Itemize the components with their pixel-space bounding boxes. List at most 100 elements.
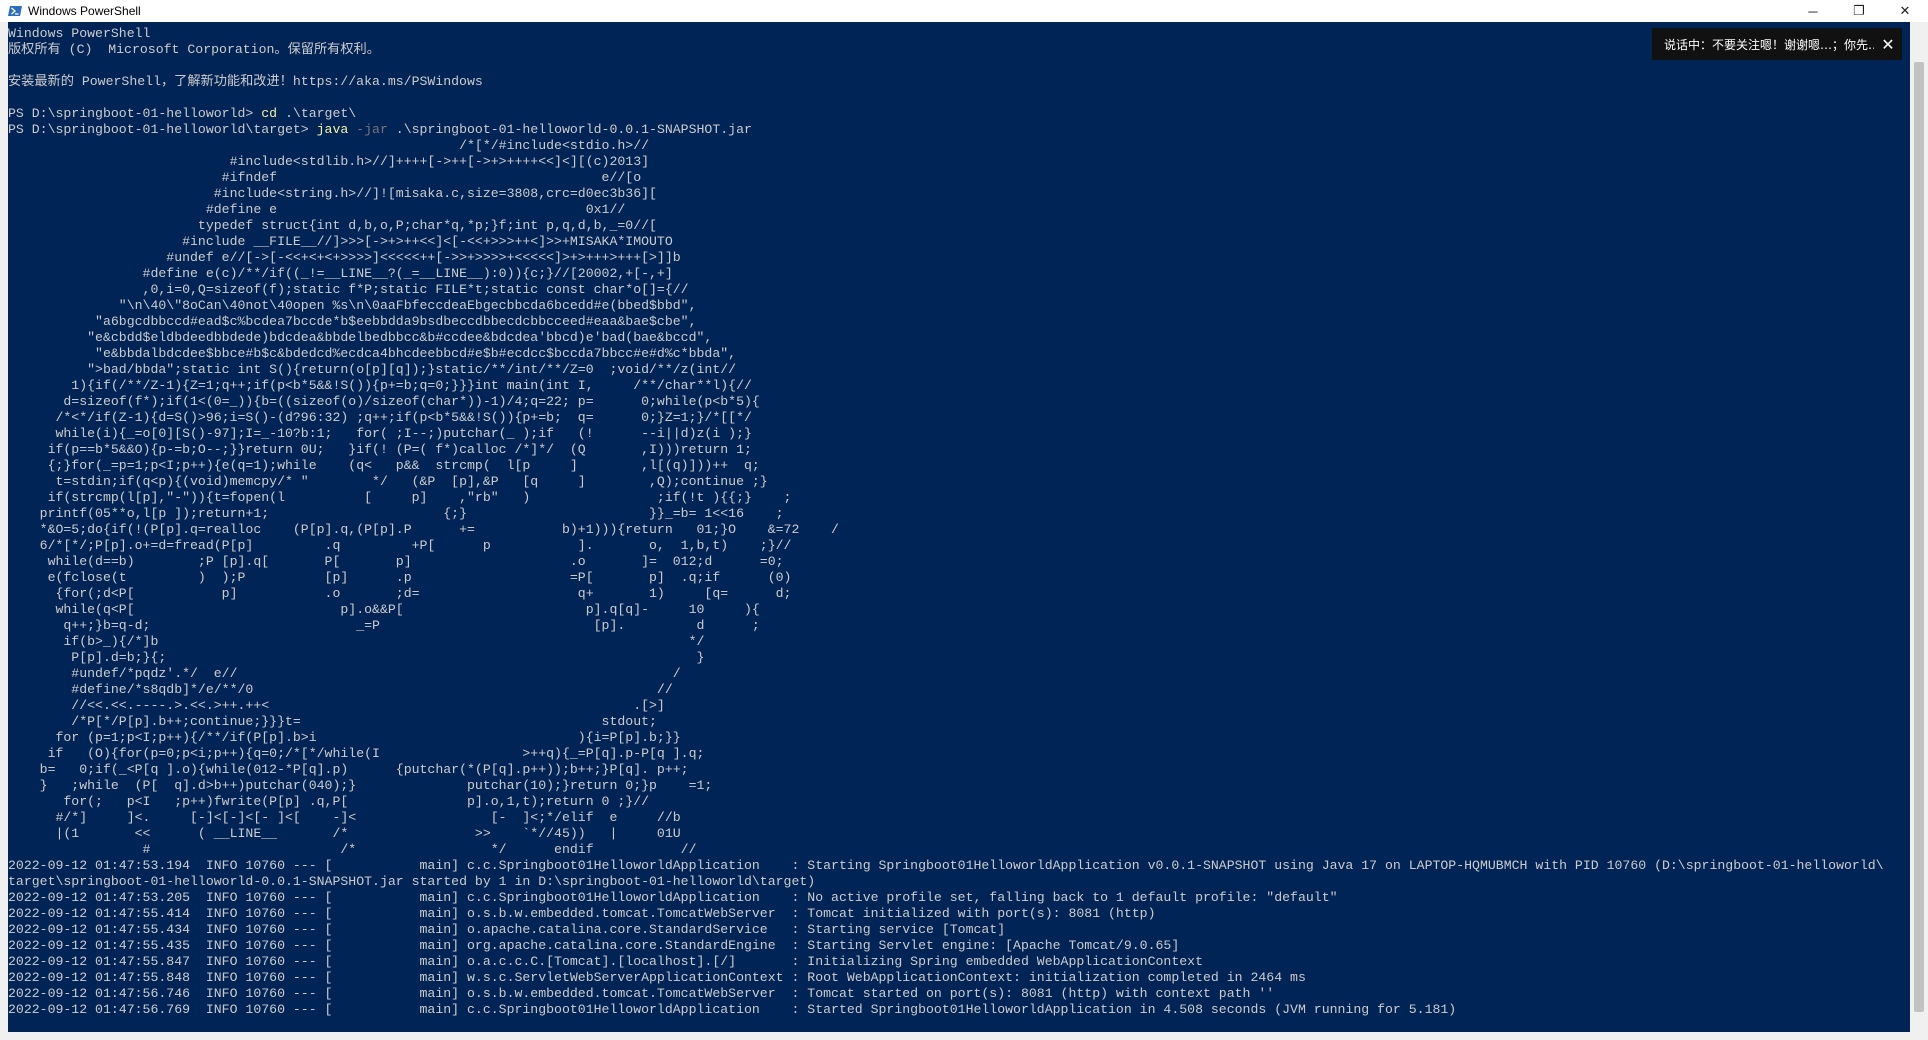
console-line: PS D:\springboot-01-helloworld\target> j… xyxy=(8,122,1910,138)
console-text-segment: ,0,i=0,Q=sizeof(f);static f*P;static FIL… xyxy=(8,282,689,297)
console-text-segment: 版权所有 (C) Microsoft Corporation。保留所有权利。 xyxy=(8,42,380,57)
console-text-segment: while(i){_=o[0][S()-97];I=_-10?b:1; for(… xyxy=(8,426,752,441)
console-text-segment: for (p=1;p<I;p++){/**/if(P[p].b>i ){i=P[… xyxy=(8,730,681,745)
console-line: 2022-09-12 01:47:55.414 INFO 10760 --- [… xyxy=(8,906,1910,922)
window-left-border xyxy=(0,22,8,1032)
console-text-segment: #undef e//[->[-<<+<+<+>>>>]<<<<<++[->>+>… xyxy=(8,250,681,265)
console-text-segment: printf(05**o,l[p ]);return+1; {;} }}_=b=… xyxy=(8,506,784,521)
console-line: PS D:\springboot-01-helloworld> cd .\tar… xyxy=(8,106,1910,122)
console-line: 版权所有 (C) Microsoft Corporation。保留所有权利。 xyxy=(8,42,1910,58)
console-line: ,0,i=0,Q=sizeof(f);static f*P;static FIL… xyxy=(8,282,1910,298)
console-area[interactable]: Windows PowerShell 版权所有 (C) Microsoft Cor… xyxy=(8,22,1910,1032)
console-text-segment: target\springboot-01-helloworld-0.0.1-SN… xyxy=(8,874,816,889)
console-text-segment: java xyxy=(316,122,349,137)
console-line: Windows PowerShell xyxy=(8,26,1910,42)
console-text-segment: #define e(c)/**/if((_!=__LINE__?(_=__LIN… xyxy=(8,266,673,281)
console-line: 2022-09-12 01:47:55.435 INFO 10760 --- [… xyxy=(8,938,1910,954)
maximize-button[interactable]: ❐ xyxy=(1836,0,1882,22)
console-text-segment: *&O=5;do{if(!(P[p].q=realloc (P[p].q,(P[… xyxy=(8,522,839,537)
console-line: 2022-09-12 01:47:55.847 INFO 10760 --- [… xyxy=(8,954,1910,970)
console-text-segment: PS D:\springboot-01-helloworld\target> xyxy=(8,122,317,137)
console-text-segment: |(1 << ( __LINE__ /* >> `*//45)) | 01U xyxy=(8,826,681,841)
console-line: for (p=1;p<I;p++){/**/if(P[p].b>i ){i=P[… xyxy=(8,730,1910,746)
console-text-segment: #/*] ]<. [-]<[-]<[- ]<[ -]< [- ]<;*/elif… xyxy=(8,810,681,825)
console-text-segment: 2022-09-12 01:47:55.847 INFO 10760 --- [… xyxy=(8,954,1203,969)
console-line: 2022-09-12 01:47:53.194 INFO 10760 --- [… xyxy=(8,858,1910,874)
notification-close-icon[interactable]: ✕ xyxy=(1874,35,1902,54)
console-text-segment: P[p].d=b;}{; } xyxy=(8,650,705,665)
console-text-segment: 2022-09-12 01:47:53.194 INFO 10760 --- [… xyxy=(8,858,1884,873)
console-line: for(; p<I ;p++)fwrite(P[p] .q,P[ p].o,1,… xyxy=(8,794,1910,810)
console-line: 1){if(/**/Z-1){Z=1;q++;if(p<b*5&&!S()){p… xyxy=(8,378,1910,394)
console-line: 安装最新的 PowerShell，了解新功能和改进！https://aka.ms… xyxy=(8,74,1910,90)
console-line: /*P[*/P[p].b++;continue;}}}t= stdout; xyxy=(8,714,1910,730)
console-text-segment: #define/*s8qdb]*/e/**/0 // xyxy=(8,682,673,697)
console-line: /*<*/if(Z-1){d=S()>96;i=S()-(d?96:32) ;q… xyxy=(8,410,1910,426)
console-text-segment: "e&bbdalbdcdee$bbce#b$c&bdedcd%ecdca4bhc… xyxy=(8,346,737,361)
console-line: //<<.<<.----.>.<<.>++.++< .[>] xyxy=(8,698,1910,714)
console-text-segment: t=stdin;if(q<p){(void)memcpy/* " */ (&P … xyxy=(8,474,768,489)
console-text-segment: } ;while (P[ q].d>b++)putchar(040);} put… xyxy=(8,778,713,793)
console-line: "\n\40\"8oCan\40not\40open %s\n\0aaFbfec… xyxy=(8,298,1910,314)
console-line: t=stdin;if(q<p){(void)memcpy/* " */ (&P … xyxy=(8,474,1910,490)
console-line: #undef/*pqdz'.*/ e// / xyxy=(8,666,1910,682)
vertical-scrollbar[interactable] xyxy=(1910,22,1928,1032)
console-text-segment: {for(;d<P[ p] .o ;d= q+ 1) [q= d; xyxy=(8,586,792,601)
restore-icon: ❐ xyxy=(1853,3,1865,18)
console-line: ">bad/bbda";static int S(){return(o[p][q… xyxy=(8,362,1910,378)
close-button[interactable]: ✕ xyxy=(1882,0,1928,22)
title-bar[interactable]: Windows PowerShell ─ ❐ ✕ xyxy=(0,0,1928,22)
console-text-segment: /*<*/if(Z-1){d=S()>96;i=S()-(d?96:32) ;q… xyxy=(8,410,752,425)
console-line: "a6bgcdbbccd#ead$c%bcdea7bccde*b$eebbdda… xyxy=(8,314,1910,330)
console-line: #define/*s8qdb]*/e/**/0 // xyxy=(8,682,1910,698)
console-text-segment: e(fclose(t ) );P [p] .p =P[ p] .q;if (0) xyxy=(8,570,792,585)
console-text-segment: #undef/*pqdz'.*/ e// / xyxy=(8,666,681,681)
console-line: if(p==b*5&&O){p-=b;O--;}}return 0U; }if(… xyxy=(8,442,1910,458)
notification-toast[interactable]: 说话中：不要关注嗯！谢谢嗯…；你先… ✕ xyxy=(1652,28,1902,60)
console-text-segment: typedef struct{int d,b,o,P;char*q,*p;}f;… xyxy=(8,218,657,233)
console-text-segment: if(strcmp(l[p],"-")){t=fopen(l [ p] ,"rb… xyxy=(8,490,792,505)
console-output: Windows PowerShell 版权所有 (C) Microsoft Cor… xyxy=(8,26,1910,1018)
console-line: typedef struct{int d,b,o,P;char*q,*p;}f;… xyxy=(8,218,1910,234)
console-line: printf(05**o,l[p ]);return+1; {;} }}_=b=… xyxy=(8,506,1910,522)
console-text-segment: while(d==b) ;P [p].q[ P[ p] .o ]= 012;d … xyxy=(8,554,784,569)
console-line: #/*] ]<. [-]<[-]<[- ]<[ -]< [- ]<;*/elif… xyxy=(8,810,1910,826)
console-line: b= 0;if(_<P[q ].o){while(012-*P[q].p) {p… xyxy=(8,762,1910,778)
console-text-segment: # /* */ endif // xyxy=(8,842,697,857)
console-line: 2022-09-12 01:47:56.769 INFO 10760 --- [… xyxy=(8,1002,1910,1018)
console-line: 2022-09-12 01:47:53.205 INFO 10760 --- [… xyxy=(8,890,1910,906)
console-text-segment: if(b>_){/*]b */ xyxy=(8,634,705,649)
console-line: "e&cbdd$eldbdeedbbdede)bdcdea&bbdelbedbb… xyxy=(8,330,1910,346)
console-text-segment: q++;}b=q-d; _=P [p]. d ; xyxy=(8,618,760,633)
console-text-segment: {;}for(_=p=1;p<I;p++){e(q=1);while (q< p… xyxy=(8,458,760,473)
console-line: while(d==b) ;P [p].q[ P[ p] .o ]= 012;d … xyxy=(8,554,1910,570)
console-text-segment: 2022-09-12 01:47:55.414 INFO 10760 --- [… xyxy=(8,906,1156,921)
console-line: #ifndef e//[o xyxy=(8,170,1910,186)
console-line: #undef e//[->[-<<+<+<+>>>>]<<<<<++[->>+>… xyxy=(8,250,1910,266)
console-text-segment: /*[*/#include<stdio.h>// xyxy=(8,138,650,153)
console-line: {for(;d<P[ p] .o ;d= q+ 1) [q= d; xyxy=(8,586,1910,602)
console-line: 2022-09-12 01:47:55.848 INFO 10760 --- [… xyxy=(8,970,1910,986)
console-line: while(q<P[ p].o&&P[ p].q[q]- 10 ){ xyxy=(8,602,1910,618)
console-text-segment: "\n\40\"8oCan\40not\40open %s\n\0aaFbfec… xyxy=(8,298,697,313)
powershell-icon xyxy=(8,6,22,16)
console-line: 2022-09-12 01:47:55.434 INFO 10760 --- [… xyxy=(8,922,1910,938)
notification-text: 说话中：不要关注嗯！谢谢嗯…；你先… xyxy=(1664,37,1874,52)
console-line: if(strcmp(l[p],"-")){t=fopen(l [ p] ,"rb… xyxy=(8,490,1910,506)
minimize-button[interactable]: ─ xyxy=(1790,0,1836,22)
console-line: P[p].d=b;}{; } xyxy=(8,650,1910,666)
console-line: *&O=5;do{if(!(P[p].q=realloc (P[p].q,(P[… xyxy=(8,522,1910,538)
scrollbar-thumb[interactable] xyxy=(1914,62,1924,1012)
console-text-segment: 6/*[*/;P[p].o+=d=fread(P[p] .q +P[ p ]. … xyxy=(8,538,792,553)
console-text-segment: if(p==b*5&&O){p-=b;O--;}}return 0U; }if(… xyxy=(8,442,752,457)
console-text-segment: 2022-09-12 01:47:56.769 INFO 10760 --- [… xyxy=(8,1002,1457,1017)
console-text-segment: #include<stdlib.h>//]++++[->++[->+>++++<… xyxy=(8,154,650,169)
console-text-segment: #define e 0x1// xyxy=(8,202,626,217)
console-line: #define e 0x1// xyxy=(8,202,1910,218)
console-line: /*[*/#include<stdio.h>// xyxy=(8,138,1910,154)
console-line: # /* */ endif // xyxy=(8,842,1910,858)
console-line: "e&bbdalbdcdee$bbce#b$c&bdedcd%ecdca4bhc… xyxy=(8,346,1910,362)
console-text-segment: b= 0;if(_<P[q ].o){while(012-*P[q].p) {p… xyxy=(8,762,689,777)
console-text-segment: for(; p<I ;p++)fwrite(P[p] .q,P[ p].o,1,… xyxy=(8,794,650,809)
